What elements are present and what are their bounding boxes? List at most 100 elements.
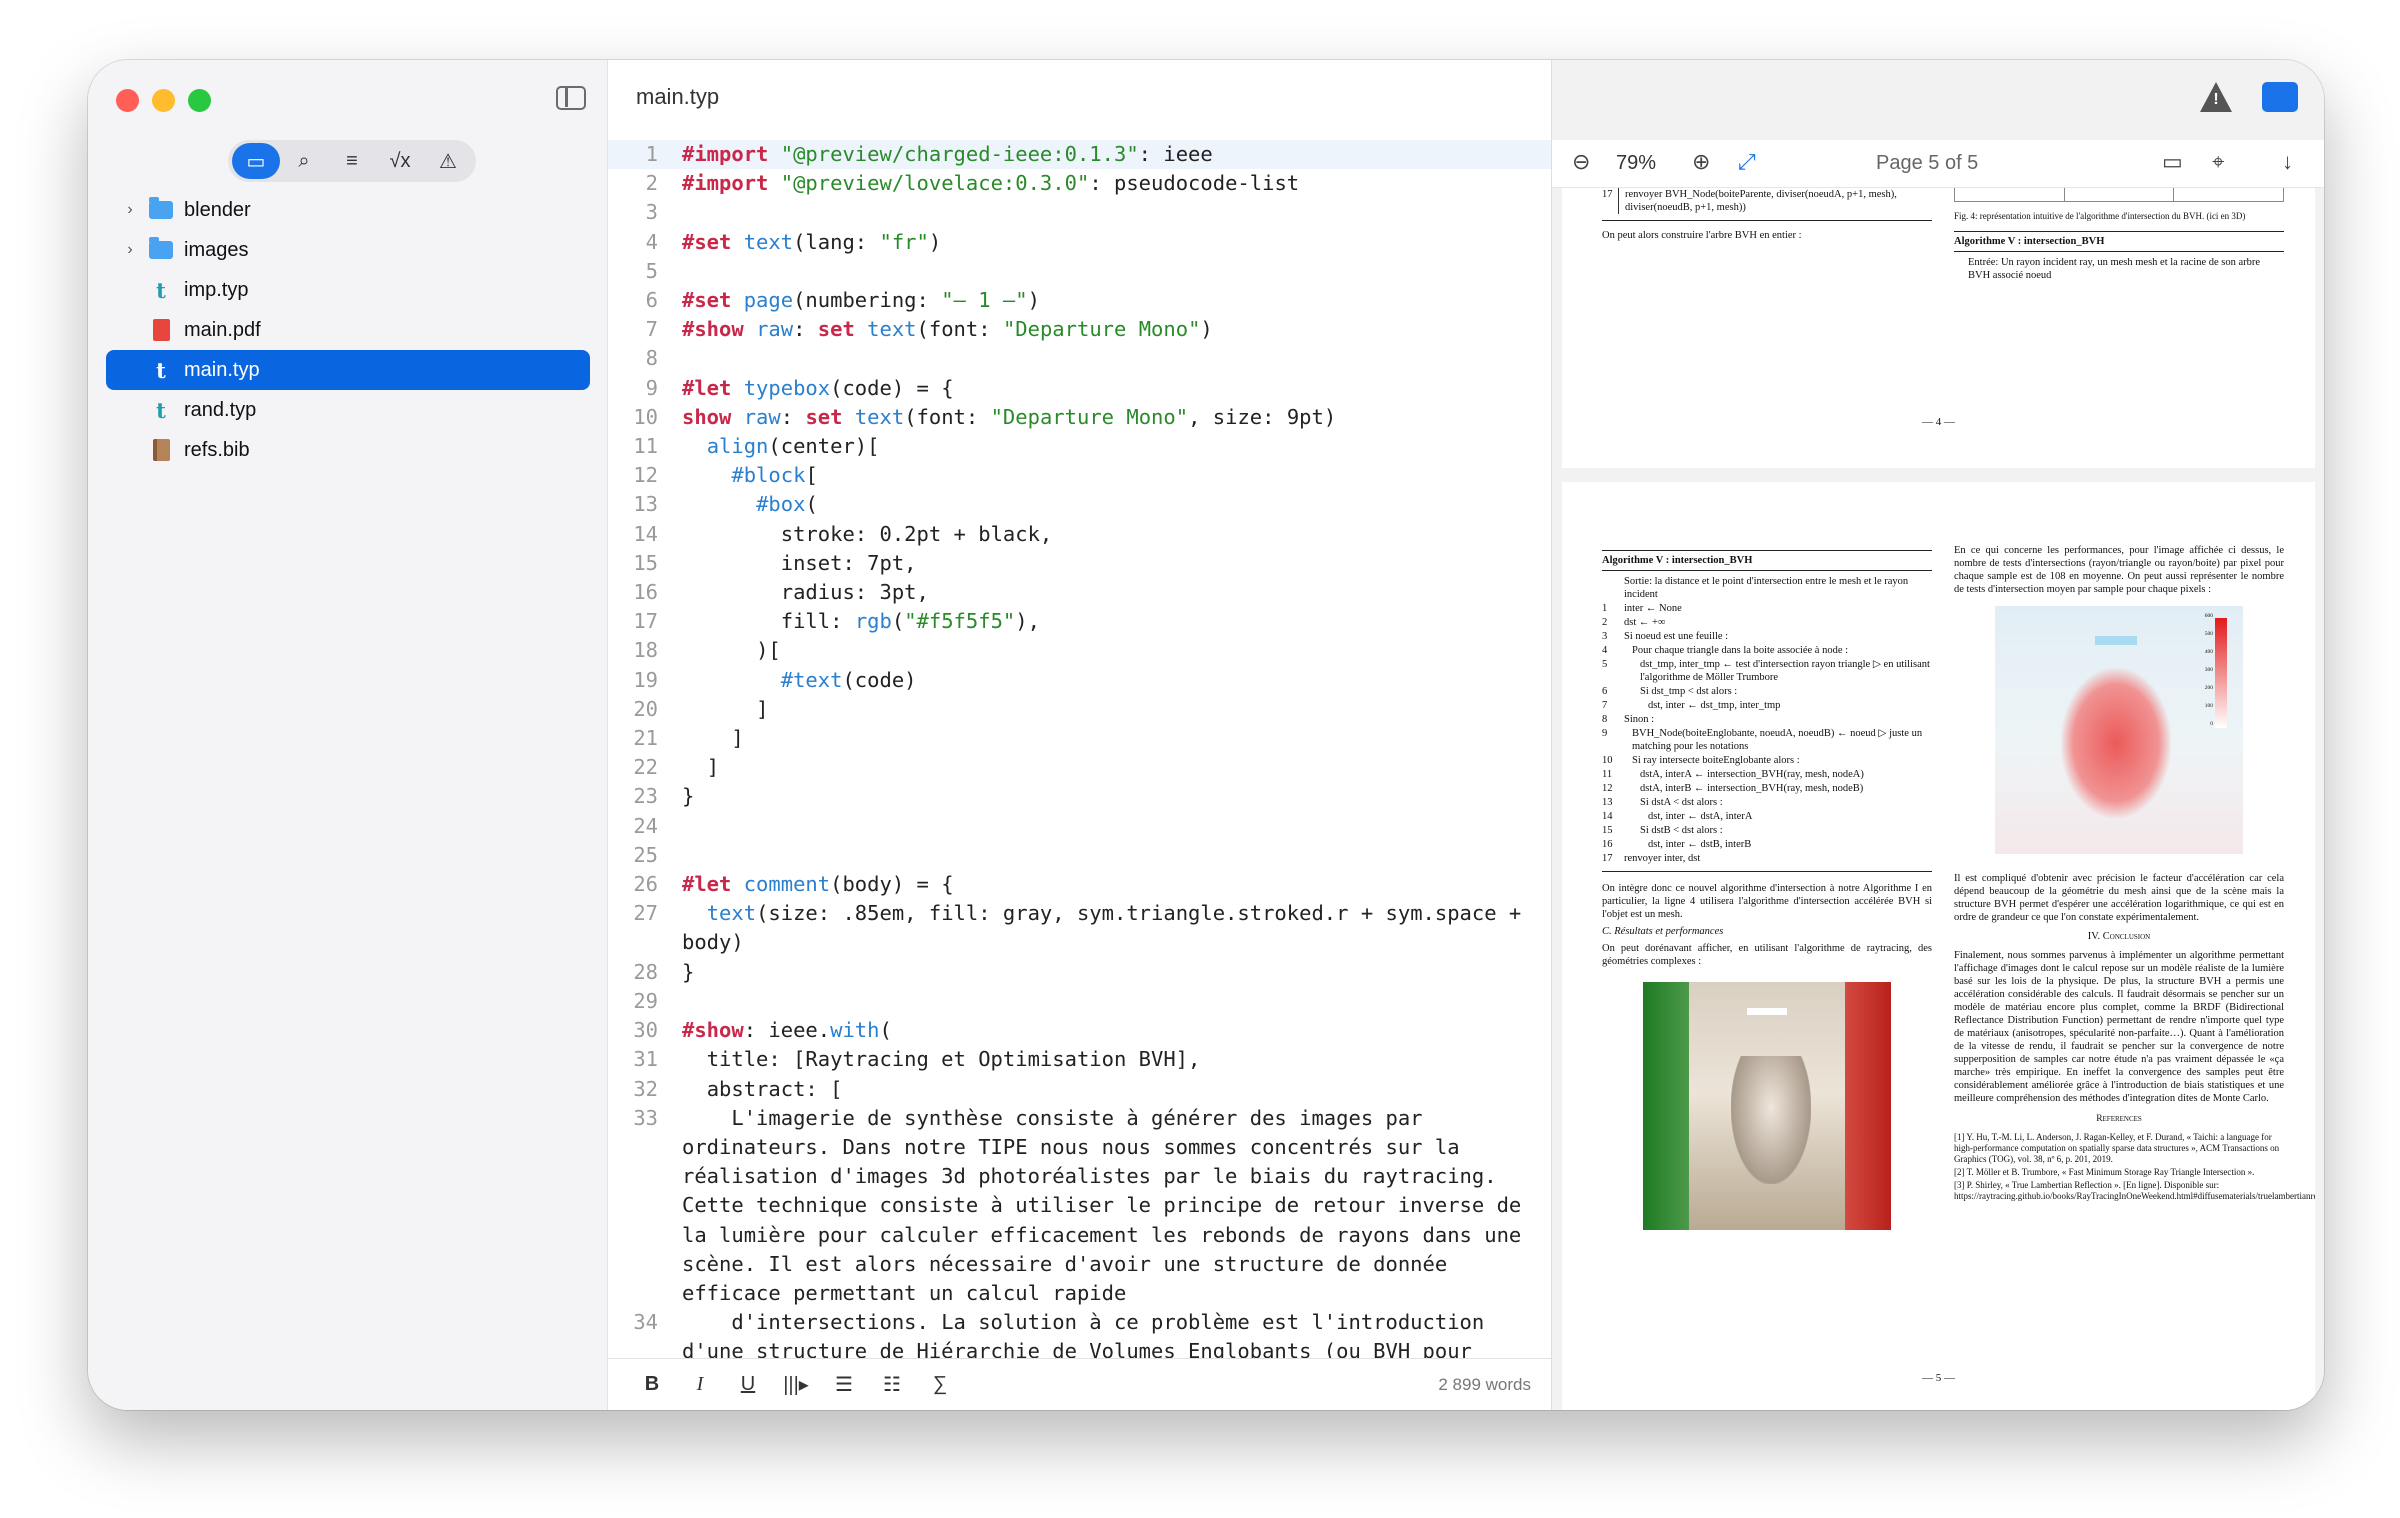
- code-line[interactable]: 16 radius: 3pt,: [608, 578, 1551, 607]
- cornell-box-render: [1643, 982, 1891, 1230]
- preview-window-icon[interactable]: [2262, 82, 2298, 112]
- algo-line: Si ray intersecte boiteEnglobante alors …: [1632, 755, 1800, 766]
- file-item-blender[interactable]: › blender: [106, 190, 590, 230]
- code-line[interactable]: 10 show raw: set text(font: "Departure Mo…: [608, 403, 1551, 432]
- file-item-refs-bib[interactable]: refs.bib: [106, 430, 590, 470]
- line-number: 20: [633, 696, 658, 721]
- zoom-window-button[interactable]: [188, 89, 211, 112]
- code-line[interactable]: 17 fill: rgb("#f5f5f5"),: [608, 607, 1551, 636]
- code-line[interactable]: 20 ]: [608, 695, 1551, 724]
- code-line[interactable]: 12 #block[: [608, 461, 1551, 490]
- code-area[interactable]: 1 #import "@preview/charged-ieee:0.1.3": …: [608, 140, 1551, 1367]
- code-line[interactable]: 4 #set text(lang: "fr"): [608, 228, 1551, 257]
- colorbar-tick: 200: [2204, 685, 2213, 691]
- algo-line: dst_tmp, inter_tmp ← test d'intersection…: [1640, 659, 1930, 683]
- minimize-window-button[interactable]: [152, 89, 175, 112]
- code-line[interactable]: 9 #let typebox(code) = {: [608, 374, 1551, 403]
- layout-icon[interactable]: ▭: [2162, 149, 2183, 175]
- colorbar-tick: 500: [2204, 631, 2213, 637]
- code-line[interactable]: 2 #import "@preview/lovelace:0.3.0": pseu…: [608, 169, 1551, 198]
- code-line[interactable]: 29: [608, 987, 1551, 1016]
- sum-icon[interactable]: ∑: [916, 1373, 964, 1396]
- code-line[interactable]: 25: [608, 841, 1551, 870]
- algo-line: inter ← None: [1624, 603, 1682, 614]
- math-icon[interactable]: √x: [376, 143, 424, 179]
- chevron-right-icon[interactable]: ›: [118, 201, 142, 219]
- code-line[interactable]: 18 )[: [608, 636, 1551, 665]
- zoom-in-icon[interactable]: ⊕: [1692, 149, 1710, 175]
- code-line[interactable]: 1 #import "@preview/charged-ieee:0.1.3": …: [608, 140, 1551, 170]
- bold-button[interactable]: B: [628, 1373, 676, 1396]
- warning-icon[interactable]: ⚠: [424, 143, 472, 179]
- download-icon[interactable]: ↓: [2282, 149, 2293, 175]
- code-text: #import "@preview/lovelace:0.3.0": pseud…: [682, 171, 1300, 196]
- code-line[interactable]: 22 ]: [608, 753, 1551, 782]
- code-line[interactable]: 23}: [608, 782, 1551, 811]
- search-icon[interactable]: ⌕: [280, 143, 328, 179]
- insert-column-icon[interactable]: |||▸: [772, 1372, 820, 1397]
- code-line[interactable]: 24: [608, 812, 1551, 841]
- code-text: #let typebox(code) = {: [682, 375, 954, 400]
- numbered-list-icon[interactable]: ☷: [868, 1372, 916, 1397]
- warning-icon[interactable]: !: [2200, 82, 2232, 112]
- line-number: 18: [633, 638, 658, 663]
- line-number: 9: [645, 375, 658, 400]
- file-item-rand-typ[interactable]: t rand.typ: [106, 390, 590, 430]
- algorithm-input: Entrée: Un rayon incident ray, un mesh m…: [1968, 257, 2261, 281]
- line-number: 7: [645, 317, 658, 342]
- right-column: En ce qui concerne les performances, pou…: [1954, 544, 2315, 1204]
- line-number: 30: [633, 1018, 658, 1043]
- file-label: rand.typ: [184, 398, 257, 421]
- code-editor[interactable]: main.typ 1 #import "@preview/charged-ieee…: [608, 60, 1551, 1410]
- code-line[interactable]: 14 stroke: 0.2pt + black,: [608, 520, 1551, 549]
- algo-line: dstA, interB ← intersection_BVH(ray, mes…: [1640, 783, 1864, 794]
- code-line[interactable]: 8: [608, 344, 1551, 373]
- chevron-right-icon[interactable]: ›: [118, 241, 142, 259]
- file-item-main-pdf[interactable]: main.pdf: [106, 310, 590, 350]
- pdf-page-4: 17 renvoyer BVH_Node(boiteParente, divis…: [1562, 188, 2315, 468]
- zoom-out-icon[interactable]: ⊖: [1572, 149, 1590, 175]
- code-text: title: [Raytracing et Optimisation BVH],: [682, 1047, 1201, 1072]
- close-window-button[interactable]: [116, 89, 139, 112]
- files-icon[interactable]: ▭: [232, 143, 280, 179]
- code-line[interactable]: 6 #set page(numbering: "— 1 —"): [608, 286, 1551, 315]
- file-item-images[interactable]: › images: [106, 230, 590, 270]
- file-item-main-typ[interactable]: t main.typ: [106, 350, 590, 390]
- code-line[interactable]: 32 abstract: [: [608, 1075, 1551, 1104]
- code-line[interactable]: 26 #let comment(body) = {: [608, 870, 1551, 899]
- code-line[interactable]: 3: [608, 198, 1551, 227]
- code-line[interactable]: 27 text(size: .85em, fill: gray, sym.tri…: [608, 899, 1551, 957]
- file-item-imp-typ[interactable]: t imp.typ: [106, 270, 590, 310]
- code-line[interactable]: 31 title: [Raytracing et Optimisation BV…: [608, 1045, 1551, 1074]
- code-line[interactable]: 5: [608, 257, 1551, 286]
- underline-button[interactable]: U: [724, 1373, 772, 1396]
- outline-icon[interactable]: ≡: [328, 143, 376, 179]
- colorbar-tick: 400: [2204, 649, 2213, 655]
- colorbar-tick: 600: [2204, 613, 2213, 619]
- code-line[interactable]: 28}: [608, 958, 1551, 987]
- sidebar-toggle-icon[interactable]: [556, 86, 586, 110]
- left-column: Algorithme V : intersection_BVH Sortie: …: [1602, 550, 1932, 1230]
- algo-line: Pour chaque triangle dans la boite assoc…: [1632, 645, 1849, 656]
- line-number: 17: [633, 609, 658, 634]
- code-text: inset: 7pt,: [682, 550, 917, 575]
- code-line[interactable]: 33 L'imagerie de synthèse consiste à gén…: [608, 1104, 1551, 1308]
- code-line[interactable]: 11 align(center)[: [608, 432, 1551, 461]
- code-line[interactable]: 13 #box(: [608, 490, 1551, 519]
- crosshair-icon[interactable]: ⌖: [2212, 149, 2224, 175]
- fit-page-icon[interactable]: ⤢: [1738, 149, 1756, 175]
- document-title: main.typ: [636, 84, 720, 109]
- bullet-list-icon[interactable]: ☰: [820, 1372, 868, 1397]
- code-line[interactable]: 30 #show: ieee.with(: [608, 1016, 1551, 1045]
- algo-line-number: [1602, 575, 1620, 601]
- italic-button[interactable]: I: [676, 1373, 724, 1396]
- code-line[interactable]: 15 inset: 7pt,: [608, 549, 1551, 578]
- code-line[interactable]: 21 ]: [608, 724, 1551, 753]
- code-line[interactable]: 19 #text(code): [608, 666, 1551, 695]
- algo-line: Sortie: la distance et le point d'inters…: [1624, 576, 1909, 600]
- code-line[interactable]: 7 #show raw: set text(font: "Departure Mo…: [608, 315, 1551, 344]
- sidebar-tabs: ▭ ⌕ ≡ √x ⚠: [228, 140, 476, 182]
- colorbar-tick: 100: [2204, 703, 2213, 709]
